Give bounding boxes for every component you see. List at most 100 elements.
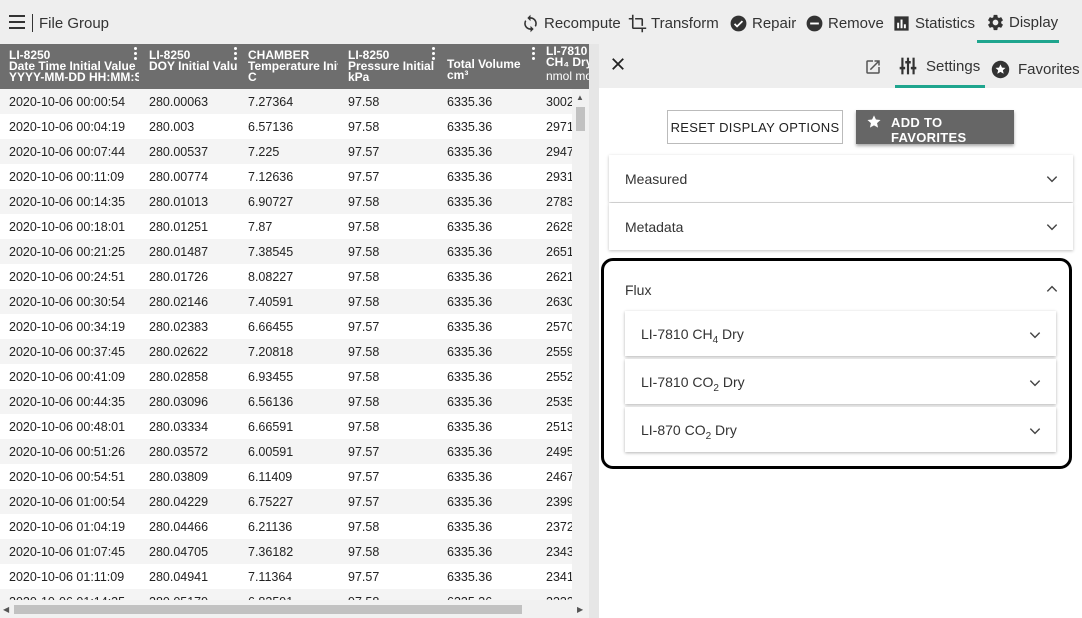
toolbar-divider: [32, 14, 33, 32]
vertical-scrollbar[interactable]: ▲: [572, 89, 589, 600]
table-row[interactable]: 2020-10-06 00:37:45 280.02622 7.20818 97.58…: [0, 339, 572, 364]
section-metadata[interactable]: Metadata: [609, 203, 1073, 250]
table-cell: 280.01726: [149, 270, 209, 284]
column-header-datetime[interactable]: LI-8250 Date Time Initial Value YYYY-MM-…: [9, 50, 139, 83]
column-header-doy[interactable]: LI-8250 DOY Initial Value: [149, 50, 238, 72]
add-to-favorites-label: ADD TO FAVORITES: [891, 115, 967, 145]
close-icon[interactable]: [609, 55, 627, 73]
table-row[interactable]: 2020-10-06 01:11:09 280.04941 7.11364 97.57…: [0, 564, 572, 589]
flux-item-li870-co2[interactable]: LI-870 CO2 Dry: [625, 407, 1056, 452]
recompute-button[interactable]: Recompute: [521, 12, 621, 34]
table-row[interactable]: 2020-10-06 00:18:01 280.01251 7.87 97.58 633…: [0, 214, 572, 239]
chevron-up-icon: [1046, 285, 1058, 292]
table-cell: 6335.36: [447, 395, 493, 409]
flux-item-li7810-co2[interactable]: LI-7810 CO2 Dry: [625, 359, 1056, 404]
remove-button[interactable]: Remove: [805, 12, 884, 34]
display-button[interactable]: Display: [986, 11, 1058, 33]
grid-header: LI-8250 Date Time Initial Value YYYY-MM-…: [0, 44, 589, 89]
vertical-scroll-thumb[interactable]: [576, 107, 585, 131]
table-row[interactable]: 2020-10-06 00:07:44 280.00537 7.225 97.57 63…: [0, 139, 572, 164]
column-header-ch4[interactable]: LI-7810 CH₄ Dry nmol mo: [546, 46, 589, 82]
table-row[interactable]: 2020-10-06 00:24:51 280.01726 8.08227 97.58…: [0, 264, 572, 289]
table-cell: 280.00063: [149, 95, 209, 109]
table-cell: 7.225: [248, 145, 280, 159]
column-header-temperature[interactable]: CHAMBER Temperature Initial C: [248, 50, 338, 83]
column-menu-icon[interactable]: [432, 47, 435, 62]
column-menu-icon[interactable]: [134, 47, 137, 62]
table-cell: 2020-10-06 00:11:09: [9, 170, 125, 184]
table-row[interactable]: 2020-10-06 00:04:19 280.003 6.57136 97.58 63…: [0, 114, 572, 139]
table-cell: 2020-10-06 00:48:01: [9, 420, 126, 434]
table-row[interactable]: 2020-10-06 00:11:09 280.00774 7.12636 97.57…: [0, 164, 572, 189]
table-row[interactable]: 2020-10-06 00:44:35 280.03096 6.56136 97.58…: [0, 389, 572, 414]
table-row[interactable]: 2020-10-06 00:41:09 280.02858 6.93455 97.58…: [0, 364, 572, 389]
top-toolbar: File Group Recompute Transform Repair Re…: [0, 0, 1082, 44]
table-cell: 6.21136: [248, 520, 293, 534]
table-cell: 7.40591: [248, 295, 294, 309]
table-cell: 2570: [546, 320, 572, 334]
table-cell: 97.57: [348, 320, 380, 334]
table-cell: 2020-10-06 00:37:45: [9, 345, 126, 359]
table-row[interactable]: 2020-10-06 00:34:19 280.02383 6.66455 97.57…: [0, 314, 572, 339]
table-cell: 6335.36: [447, 345, 493, 359]
table-row[interactable]: 2020-10-06 00:30:54 280.02146 7.40591 97.58…: [0, 289, 572, 314]
table-row[interactable]: 2020-10-06 01:00:54 280.04229 6.75227 97.57…: [0, 489, 572, 514]
column-header-pressure[interactable]: LI-8250 Pressure Initial V kPa: [348, 50, 437, 83]
tab-favorites[interactable]: Favorites: [991, 57, 1080, 81]
table-cell: 97.58: [348, 370, 380, 384]
table-cell: 2947: [546, 145, 572, 159]
horizontal-scroll-thumb[interactable]: [14, 605, 522, 614]
column-header-line: cm³: [447, 68, 469, 81]
remove-label: Remove: [828, 14, 884, 32]
table-row[interactable]: 2020-10-06 00:00:54 280.00063 7.27364 97.58…: [0, 89, 572, 114]
scroll-left-icon[interactable]: ◀: [3, 605, 9, 614]
table-cell: 6.56136: [248, 395, 294, 409]
table-cell: 280.04466: [149, 520, 209, 534]
display-panel: Settings Favorites RESET DISPLAY OPTIONS…: [599, 44, 1082, 618]
section-flux[interactable]: Flux: [609, 266, 1073, 311]
section-label: Measured: [625, 171, 688, 187]
table-cell: 2020-10-06 00:34:19: [9, 320, 126, 334]
menu-icon[interactable]: [9, 15, 25, 29]
table-row[interactable]: 2020-10-06 00:48:01 280.03334 6.66591 97.58…: [0, 414, 572, 439]
table-row[interactable]: 2020-10-06 00:21:25 280.01487 7.38545 97.58…: [0, 239, 572, 264]
add-to-favorites-button[interactable]: ADD TO FAVORITES: [856, 110, 1014, 145]
table-cell: 97.57: [348, 170, 380, 184]
scroll-up-icon[interactable]: ▲: [576, 93, 584, 102]
table-cell: 280.01013: [149, 195, 209, 209]
repair-label: Repair: [752, 14, 797, 32]
table-row[interactable]: 2020-10-06 00:51:26 280.03572 6.00591 97.57…: [0, 439, 572, 464]
table-cell: 2372: [546, 520, 572, 534]
table-cell: 2020-10-06 00:04:19: [9, 120, 126, 134]
table-cell: 97.58: [348, 295, 380, 309]
horizontal-scrollbar[interactable]: ◀ ▶: [0, 600, 589, 618]
table-row[interactable]: 2020-10-06 00:54:51 280.03809 6.11409 97.57…: [0, 464, 572, 489]
tab-settings[interactable]: Settings: [898, 54, 980, 78]
table-cell: 2020-10-06 00:51:26: [9, 445, 126, 459]
scroll-right-icon[interactable]: ▶: [577, 605, 583, 614]
table-cell: 2020-10-06 00:07:44: [9, 145, 126, 159]
repair-button[interactable]: Repair: [729, 12, 796, 34]
table-cell: 97.57: [348, 470, 380, 484]
transform-button[interactable]: Transform: [628, 12, 719, 34]
section-measured[interactable]: Measured: [609, 155, 1073, 202]
table-cell: 97.57: [348, 445, 380, 459]
flux-item-label: LI-7810 CO2 Dry: [641, 374, 745, 394]
open-in-new-icon[interactable]: [864, 58, 882, 76]
table-row[interactable]: 2020-10-06 00:14:35 280.01013 6.90727 97.58…: [0, 189, 572, 214]
statistics-button[interactable]: Statistics: [892, 12, 975, 34]
table-cell: 6335.36: [447, 295, 493, 309]
tab-settings-label: Settings: [926, 57, 981, 75]
column-header-volume[interactable]: Total Volume cm³: [447, 59, 533, 81]
reset-display-options-button[interactable]: RESET DISPLAY OPTIONS: [667, 110, 843, 144]
table-cell: 7.12636: [248, 170, 294, 184]
table-cell: 8.08227: [248, 270, 294, 284]
table-cell: 6.57136: [248, 120, 294, 134]
flux-item-li7810-ch4[interactable]: LI-7810 CH4 Dry: [625, 311, 1056, 356]
table-cell: 97.58: [348, 220, 380, 234]
table-cell: 6.75227: [248, 495, 294, 509]
table-row[interactable]: 2020-10-06 01:04:19 280.04466 6.21136 97.58…: [0, 514, 572, 539]
table-row[interactable]: 2020-10-06 01:07:45 280.04705 7.36182 97.58…: [0, 539, 572, 564]
column-menu-icon[interactable]: [234, 47, 237, 62]
column-menu-icon[interactable]: [532, 47, 535, 62]
